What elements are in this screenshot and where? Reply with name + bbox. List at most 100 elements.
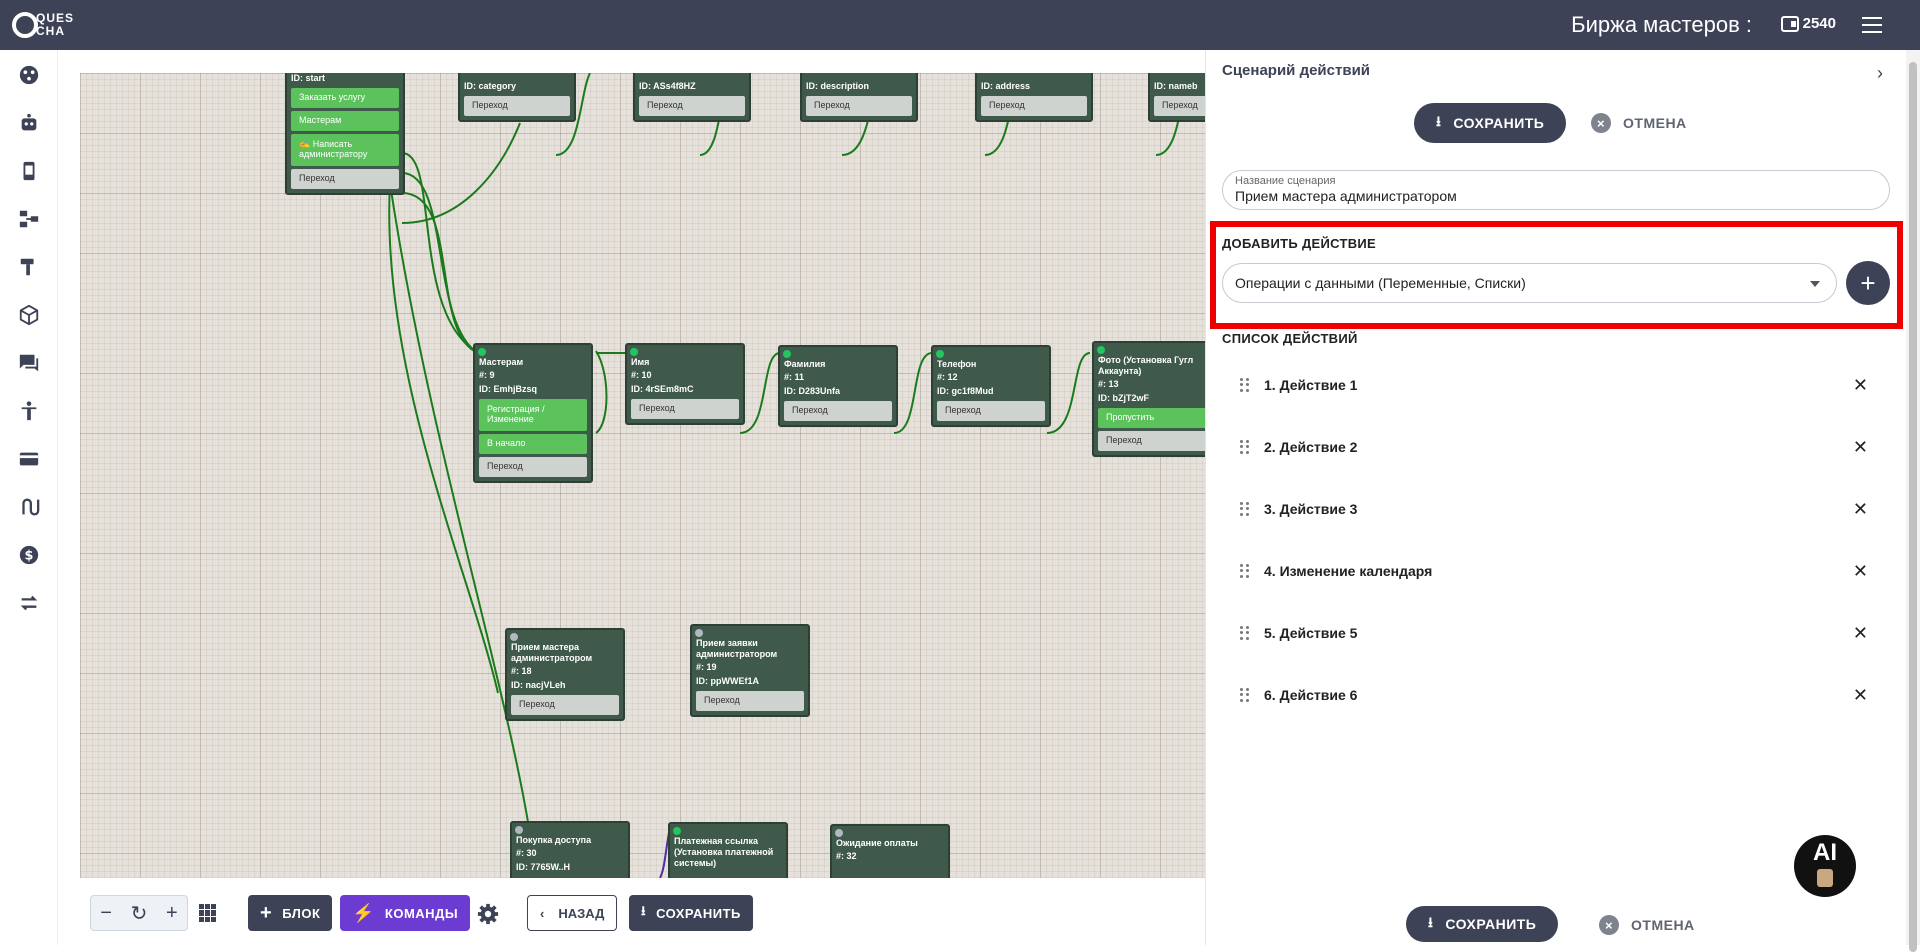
node-nameb[interactable]: ID: nameb Переход [1148,73,1205,122]
list-item[interactable]: 5. Действие 5 ✕ [1222,602,1890,664]
scenario-name-value[interactable]: Прием мастера администратором [1235,188,1877,204]
download-icon: ⭳ [1436,113,1442,129]
node-foto[interactable]: Фото (Установка Гугл Аккаунта) #: 13 ID:… [1092,341,1205,457]
list-item[interactable]: 6. Действие 6 ✕ [1222,664,1890,726]
node-port[interactable]: Пропустить [1098,408,1205,428]
page-title: Биржа мастеров : [1571,12,1752,37]
flow-canvas[interactable]: ID: start Заказать услугу Мастерам ✍️ На… [80,73,1205,878]
remove-action-icon[interactable]: ✕ [1853,685,1868,706]
logo[interactable]: QUES CHA [12,8,73,42]
node-start[interactable]: ID: start Заказать услугу Мастерам ✍️ На… [285,73,405,195]
panel-title: Сценарий действий [1222,62,1371,79]
gear-icon[interactable] [477,903,499,925]
remove-action-icon[interactable]: ✕ [1853,375,1868,396]
zoom-reset-button[interactable]: ↻ [131,901,148,926]
robot-icon[interactable] [18,112,40,134]
drag-handle-icon[interactable] [1240,440,1250,454]
node-platezh[interactable]: Платежная ссылка (Установка платежной си… [668,822,788,878]
node-port[interactable]: Переход [981,96,1087,116]
list-item[interactable]: 4. Изменение календаря ✕ [1222,540,1890,602]
node-telefon[interactable]: Телефон #: 12 ID: gc1f8Mud Переход [931,345,1051,427]
node-priem-zayavki[interactable]: Прием заявки администратором #: 19 ID: p… [690,624,810,717]
remove-action-icon[interactable]: ✕ [1853,437,1868,458]
credit-card-icon[interactable] [18,448,40,470]
save-button[interactable]: ⭳ СОХРАНИТЬ [1414,103,1567,143]
scenario-name-field[interactable]: Название сценария Прием мастера админист… [1222,170,1890,210]
drag-handle-icon[interactable] [1240,626,1250,640]
node-port[interactable]: Переход [291,169,399,189]
node-port[interactable]: Переход [937,401,1045,421]
node-asset[interactable]: ID: ASs4f8HZ Переход [633,73,751,122]
node-pokupka[interactable]: Покупка доступа #: 30 ID: 7765W..H [510,821,630,878]
node-port[interactable]: Переход [1098,431,1205,451]
robot-icon [1817,869,1833,887]
node-port[interactable]: Переход [1154,96,1205,116]
node-id: ID: ASs4f8HZ [639,81,696,91]
node-number: #: 13 [1098,379,1119,389]
transfer-icon[interactable] [18,592,40,614]
hierarchy-icon[interactable] [18,208,40,230]
add-action-button[interactable]: + [1846,261,1890,305]
scroll-thumb[interactable] [1909,62,1917,952]
hamburger-menu-icon[interactable] [1862,17,1882,33]
bottom-cancel-button[interactable]: × ОТМЕНА [1599,915,1695,935]
chat-icon[interactable] [18,352,40,374]
node-port[interactable]: Переход [511,695,619,715]
node-port[interactable]: Переход [464,96,570,116]
balance-badge[interactable]: 2540 [1780,15,1836,32]
ai-assistant-button[interactable]: AI [1794,835,1856,897]
node-port[interactable]: Переход [631,399,739,419]
accessibility-icon[interactable] [18,400,40,422]
node-port[interactable]: Заказать услугу [291,88,399,108]
list-item[interactable]: 3. Действие 3 ✕ [1222,478,1890,540]
grid-icon[interactable] [199,904,217,922]
drag-handle-icon[interactable] [1240,502,1250,516]
connection-wires [388,73,1191,878]
drag-handle-icon[interactable] [1240,564,1250,578]
node-number: #: 18 [511,666,532,676]
node-port[interactable]: Регистрация / Изменение [479,399,587,431]
list-item[interactable]: 2. Действие 2 ✕ [1222,416,1890,478]
action-label: 5. Действие 5 [1264,625,1358,641]
drag-handle-icon[interactable] [1240,688,1250,702]
list-item[interactable]: 1. Действие 1 ✕ [1222,354,1890,416]
node-masteram[interactable]: Мастерам #: 9 ID: EmhjBzsq Регистрация /… [473,343,593,483]
drag-handle-icon[interactable] [1240,378,1250,392]
remove-action-icon[interactable]: ✕ [1853,561,1868,582]
cube-icon[interactable] [18,304,40,326]
chevron-right-icon[interactable]: › [1877,63,1883,84]
back-button[interactable]: ‹ НАЗАД [527,895,618,931]
commands-button[interactable]: ⚡ КОМАНДЫ [340,895,471,931]
remove-action-icon[interactable]: ✕ [1853,623,1868,644]
remove-action-icon[interactable]: ✕ [1853,499,1868,520]
phone-icon[interactable] [18,160,40,182]
canvas-save-button[interactable]: ⭳ СОХРАНИТЬ [629,895,753,931]
node-familiya[interactable]: Фамилия #: 11 ID: D283Unfa Переход [778,345,898,427]
node-category[interactable]: ID: category Переход [458,73,576,122]
dashboard-icon[interactable] [18,64,40,86]
node-port[interactable]: Переход [639,96,745,116]
route-icon[interactable] [18,496,40,518]
node-imya[interactable]: Имя #: 10 ID: 4rSEm8mC Переход [625,343,745,425]
node-ozhidanie[interactable]: Ожидание оплаты #: 32 [830,824,950,878]
node-port[interactable]: Переход [696,691,804,711]
node-port[interactable]: ✍️ Написать администратору [291,134,399,166]
bottom-save-button[interactable]: ⭳ СОХРАНИТЬ [1406,906,1559,942]
cancel-button[interactable]: × ОТМЕНА [1591,113,1687,133]
dollar-icon[interactable]: $ [18,544,40,566]
scrollbar[interactable] [1906,50,1920,952]
node-port[interactable]: Переход [479,457,587,477]
node-port[interactable]: В начало [479,434,587,454]
hammer-icon[interactable] [18,256,40,278]
node-description[interactable]: ID: description Переход [800,73,918,122]
node-port[interactable]: Мастерам [291,111,399,131]
action-type-select[interactable]: Операции с данными (Переменные, Списки) [1222,263,1837,303]
node-priem-mastera[interactable]: Прием мастера администратором #: 18 ID: … [505,628,625,721]
node-id: ID: gc1f8Mud [937,386,994,396]
node-address[interactable]: ID: address Переход [975,73,1093,122]
zoom-in-button[interactable]: + [166,902,178,925]
node-port[interactable]: Переход [806,96,912,116]
node-port[interactable]: Переход [784,401,892,421]
zoom-out-button[interactable]: − [100,902,112,925]
add-block-button[interactable]: + БЛОК [248,895,333,931]
